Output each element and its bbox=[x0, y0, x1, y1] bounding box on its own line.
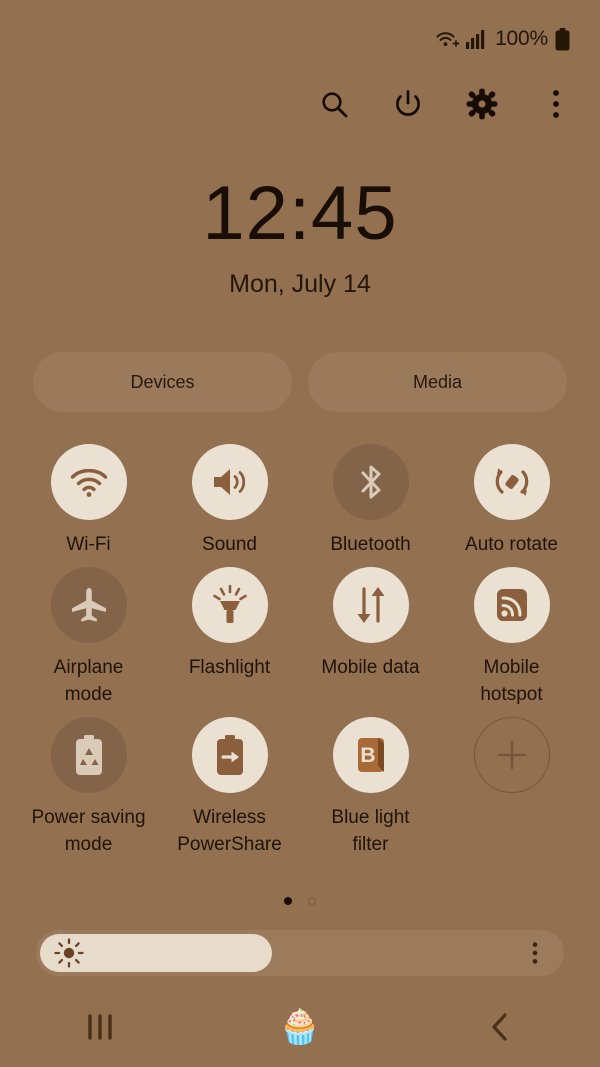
qs-tile-flashlight[interactable]: Flashlight bbox=[159, 566, 300, 709]
flashlight-icon bbox=[191, 566, 268, 643]
bluetooth-icon bbox=[332, 444, 409, 520]
status-bar: 100% bbox=[0, 0, 600, 78]
more-icon[interactable] bbox=[534, 82, 578, 126]
qs-tile-auto-rotate[interactable]: Auto rotate bbox=[441, 444, 582, 559]
wifi-plus-icon bbox=[435, 28, 461, 50]
devices-button[interactable]: Devices bbox=[33, 352, 292, 412]
clock-block[interactable]: 12:45 Mon, July 14 bbox=[0, 176, 600, 299]
cellular-signal-icon bbox=[466, 29, 485, 49]
qs-tile-power-saving-mode[interactable]: Power saving mode bbox=[18, 716, 159, 859]
recent-apps-icon[interactable] bbox=[55, 997, 145, 1057]
qs-label: Sound bbox=[202, 534, 257, 555]
brightness-more-icon[interactable] bbox=[524, 930, 546, 976]
panel-toolbar bbox=[312, 82, 578, 126]
search-icon[interactable] bbox=[312, 82, 356, 126]
mobile-hotspot-icon bbox=[473, 566, 550, 643]
quick-settings-grid: Wi-Fi Sound Bluetooth Auto rotate Airpla… bbox=[18, 444, 582, 859]
qs-tile-mobile-data[interactable]: Mobile data bbox=[300, 566, 441, 709]
qs-label: Auto rotate bbox=[465, 534, 558, 555]
powershare-icon bbox=[191, 716, 268, 793]
back-icon[interactable] bbox=[455, 997, 545, 1057]
power-icon[interactable] bbox=[386, 82, 430, 126]
power-saving-icon bbox=[50, 716, 127, 793]
battery-full-icon bbox=[555, 27, 570, 51]
mobile-data-icon bbox=[332, 566, 409, 643]
qs-label: Power saving mode bbox=[31, 806, 146, 856]
add-icon bbox=[473, 716, 550, 793]
page-dot-2[interactable] bbox=[308, 897, 316, 905]
page-dot-1[interactable] bbox=[284, 897, 292, 905]
battery-percent-label: 100% bbox=[495, 27, 548, 50]
qs-label: Bluetooth bbox=[330, 534, 411, 555]
navigation-bar: 🧁 bbox=[0, 987, 600, 1067]
svg-text:B: B bbox=[360, 744, 375, 767]
qs-tile-mobile-hotspot[interactable]: Mobile hotspot bbox=[441, 566, 582, 709]
media-devices-row: Devices Media bbox=[33, 352, 567, 412]
qs-tile-wireless-powershare[interactable]: Wireless PowerShare bbox=[159, 716, 300, 859]
qs-label: Airplane mode bbox=[53, 656, 124, 706]
brightness-slider[interactable] bbox=[36, 930, 564, 976]
blue-light-icon: B bbox=[332, 716, 409, 793]
brightness-sun-icon bbox=[54, 938, 84, 968]
qs-tile-blue-light-filter[interactable]: B Blue light filter bbox=[300, 716, 441, 859]
qs-tile-airplane-mode[interactable]: Airplane mode bbox=[18, 566, 159, 709]
qs-tile-bluetooth[interactable]: Bluetooth bbox=[300, 444, 441, 559]
clock-date: Mon, July 14 bbox=[229, 270, 371, 298]
sound-icon bbox=[191, 444, 268, 520]
clock-time: 12:45 bbox=[202, 171, 398, 256]
settings-icon[interactable] bbox=[460, 82, 504, 126]
qs-tile-wifi[interactable]: Wi-Fi bbox=[18, 444, 159, 559]
qs-tile-sound[interactable]: Sound bbox=[159, 444, 300, 559]
airplane-icon bbox=[50, 566, 127, 643]
quick-settings-panel: 100% 12:45 Mon, July 14 Devices Media Wi… bbox=[0, 0, 600, 1067]
qs-label: Mobile hotspot bbox=[480, 656, 543, 706]
qs-label: Wireless PowerShare bbox=[177, 806, 282, 856]
qs-label: Flashlight bbox=[188, 656, 271, 678]
auto-rotate-icon bbox=[473, 444, 550, 520]
media-button[interactable]: Media bbox=[308, 352, 567, 412]
qs-tile-add[interactable] bbox=[441, 716, 582, 859]
page-indicator bbox=[0, 897, 600, 905]
home-button[interactable]: 🧁 bbox=[255, 997, 345, 1057]
qs-label: Blue light filter bbox=[331, 806, 410, 856]
qs-label: Mobile data bbox=[321, 656, 420, 678]
qs-label: Wi-Fi bbox=[66, 534, 111, 555]
wifi-icon bbox=[50, 444, 127, 520]
